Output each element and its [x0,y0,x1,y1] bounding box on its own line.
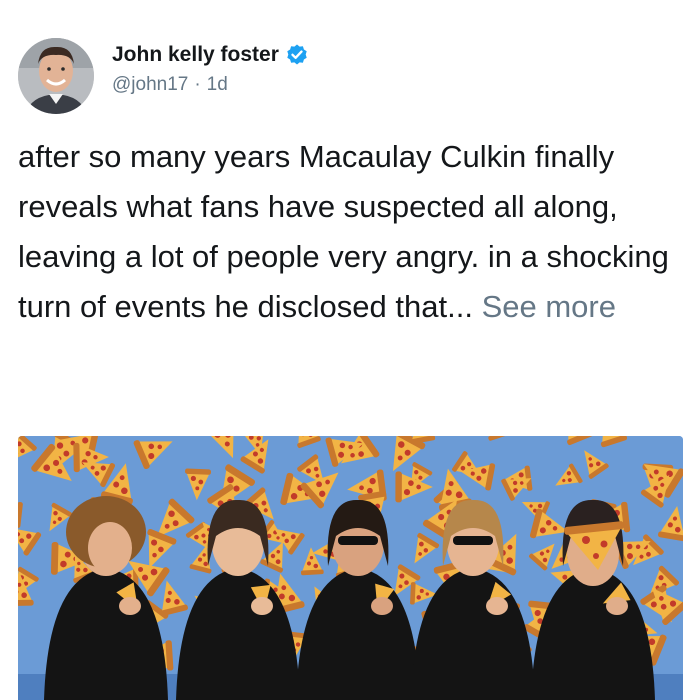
meta-separator: · [194,74,201,95]
user-handle[interactable]: @john17 [112,74,188,96]
tweet-timestamp[interactable]: 1d [207,74,228,96]
verified-badge-icon [285,43,309,67]
tweet-header: John kelly foster @john17 · 1d [18,38,678,114]
tweet-media-photo[interactable] [18,436,683,700]
display-name[interactable]: John kelly foster [112,43,279,67]
avatar[interactable] [18,38,94,114]
tweet-meta: @john17 · 1d [112,74,309,96]
user-names: John kelly foster @john17 · 1d [112,42,309,96]
photo-people-eating-pizza-icon [18,436,683,700]
avatar-image [18,38,94,114]
tweet-text: after so many years Macaulay Culkin fina… [18,132,683,332]
see-more-link[interactable]: See more [482,289,616,324]
display-name-row: John kelly foster [112,42,309,68]
